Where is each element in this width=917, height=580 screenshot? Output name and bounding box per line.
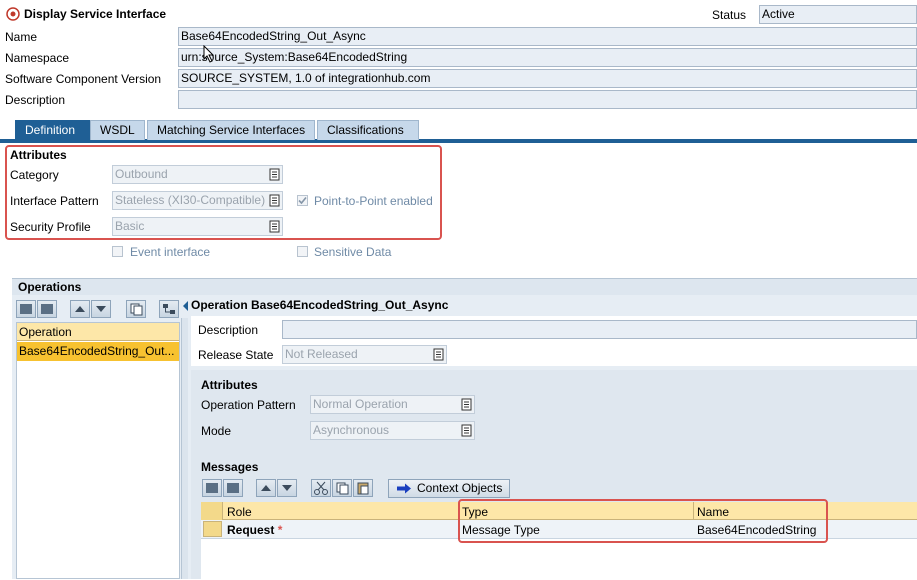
operation-detail-title: Operation Base64EncodedString_Out_Async [191, 298, 449, 312]
operation-column-header[interactable]: Operation [17, 323, 179, 341]
dropdown-icon [461, 424, 472, 437]
insert-row-button[interactable] [16, 300, 36, 318]
scissors-icon [314, 481, 328, 495]
mode-select[interactable]: Asynchronous [310, 421, 475, 440]
role-column-header[interactable]: Role [227, 505, 252, 519]
attributes-title: Attributes [10, 148, 67, 162]
collapse-arrow-icon[interactable] [181, 300, 189, 312]
op-attributes-title: Attributes [201, 378, 258, 392]
software-component-field[interactable]: SOURCE_SYSTEM, 1.0 of integrationhub.com [178, 69, 917, 88]
messages-title: Messages [201, 460, 259, 474]
splitter[interactable] [181, 318, 188, 579]
sensitive-data-checkbox[interactable] [297, 246, 308, 257]
operations-title: Operations [18, 280, 82, 294]
role-cell: Request * [227, 523, 283, 537]
event-interface-label: Event interface [130, 245, 211, 259]
category-select[interactable]: Outbound [112, 165, 283, 184]
mode-label: Mode [201, 424, 232, 438]
context-objects-button[interactable]: Context Objects [388, 479, 510, 498]
delete-row-icon [227, 483, 239, 493]
p2p-label: Point-to-Point enabled [314, 194, 433, 208]
move-down-button[interactable] [91, 300, 111, 318]
description-field[interactable] [178, 90, 917, 109]
delete-row-button[interactable] [37, 300, 57, 318]
release-state-label: Release State [198, 348, 274, 362]
dropdown-icon [461, 398, 472, 411]
operation-pattern-label: Operation Pattern [201, 398, 296, 412]
delete-row-icon [41, 304, 53, 314]
tab-definition[interactable]: Definition [15, 120, 90, 140]
messages-highlight [458, 499, 828, 543]
paste-button[interactable] [353, 479, 373, 497]
arrow-up-icon [261, 485, 271, 491]
msg-move-up-button[interactable] [256, 479, 276, 497]
security-profile-select[interactable]: Basic [112, 217, 283, 236]
hierarchy-icon [163, 304, 175, 314]
msg-move-down-button[interactable] [277, 479, 297, 497]
software-component-label: Software Component Version [5, 72, 162, 86]
operation-list-item[interactable]: Base64EncodedString_Out... [17, 342, 179, 361]
namespace-label: Namespace [5, 51, 70, 65]
display-icon [6, 7, 20, 21]
operation-pattern-select[interactable]: Normal Operation [310, 395, 475, 414]
required-marker: * [277, 523, 283, 537]
release-state-select[interactable]: Not Released [282, 345, 447, 364]
arrow-down-icon [282, 485, 292, 491]
sensitive-data-label: Sensitive Data [314, 245, 392, 259]
msg-delete-row-button[interactable] [223, 479, 243, 497]
tab-wsdl[interactable]: WSDL [90, 120, 145, 140]
tab-matching-service-interfaces[interactable]: Matching Service Interfaces [147, 120, 315, 140]
op-description-label: Description [198, 323, 259, 337]
arrow-down-icon [96, 306, 106, 312]
mouse-cursor-icon [203, 45, 215, 63]
checkmark-icon [298, 196, 307, 205]
move-up-button[interactable] [70, 300, 90, 318]
row-selector[interactable] [203, 521, 222, 537]
tab-classifications[interactable]: Classifications [317, 120, 419, 140]
p2p-checkbox[interactable] [297, 195, 308, 206]
namespace-field[interactable]: urn:source_System:Base64EncodedString [178, 48, 917, 67]
dropdown-icon [269, 220, 280, 233]
security-profile-label: Security Profile [10, 220, 91, 234]
insert-row-icon [20, 304, 32, 314]
insert-row-icon [206, 483, 218, 493]
name-field[interactable]: Base64EncodedString_Out_Async [178, 27, 917, 46]
msg-copy-button[interactable] [332, 479, 352, 497]
arrow-up-icon [75, 306, 85, 312]
status-label: Status [712, 8, 747, 22]
paste-icon [357, 482, 369, 495]
dropdown-icon [269, 194, 280, 207]
dropdown-icon [269, 168, 280, 181]
copy-button[interactable] [126, 300, 146, 318]
copy-icon [336, 482, 349, 495]
name-label: Name [5, 30, 38, 44]
operations-header [12, 278, 917, 295]
row-selector-header[interactable] [201, 502, 223, 520]
event-interface-checkbox[interactable] [112, 246, 123, 257]
description-label: Description [5, 93, 66, 107]
op-description-field[interactable] [282, 320, 917, 339]
copy-icon [130, 303, 143, 316]
arrow-right-icon [397, 483, 411, 494]
dropdown-icon [433, 348, 444, 361]
interface-pattern-label: Interface Pattern [10, 194, 99, 208]
interface-pattern-select[interactable]: Stateless (XI30-Compatible) [112, 191, 283, 210]
hierarchy-button[interactable] [159, 300, 179, 318]
msg-insert-row-button[interactable] [202, 479, 222, 497]
window-title: Display Service Interface [24, 7, 167, 21]
status-field: Active [759, 5, 917, 24]
category-label: Category [10, 168, 59, 182]
cut-button[interactable] [311, 479, 331, 497]
